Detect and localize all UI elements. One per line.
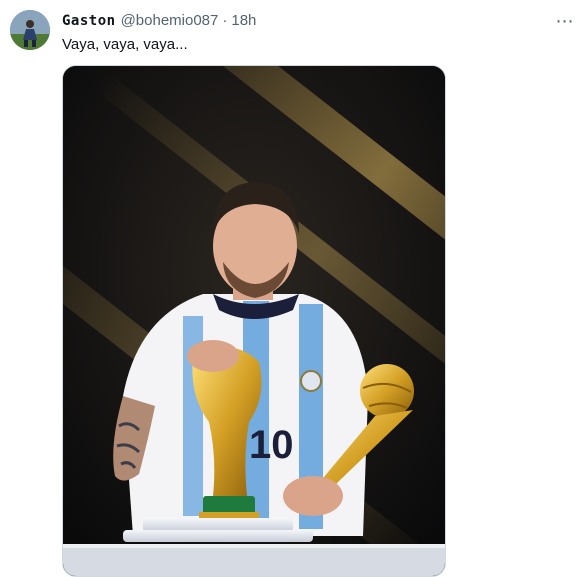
jersey-number: 10 [249,423,294,467]
tweet-media[interactable]: 10 [62,65,446,577]
media-photo: 10 [63,66,445,576]
user-handle[interactable]: @bohemio087 [121,12,219,29]
timestamp[interactable]: 18h [231,12,256,29]
more-options-button[interactable]: ⋯ [553,10,577,32]
tweet-text: Vaya, vaya, vaya... [62,36,188,53]
avatar-image [10,10,50,50]
display-name[interactable]: Gaston [62,13,116,29]
avatar[interactable] [10,10,50,50]
header-separator: · [222,12,228,29]
more-horizontal-icon: ⋯ [555,10,575,31]
tweet[interactable]: Gaston @bohemio087 · 18h ⋯ Vaya, vaya, v… [0,0,583,577]
tweet-header: Gaston @bohemio087 · 18h [62,12,256,32]
